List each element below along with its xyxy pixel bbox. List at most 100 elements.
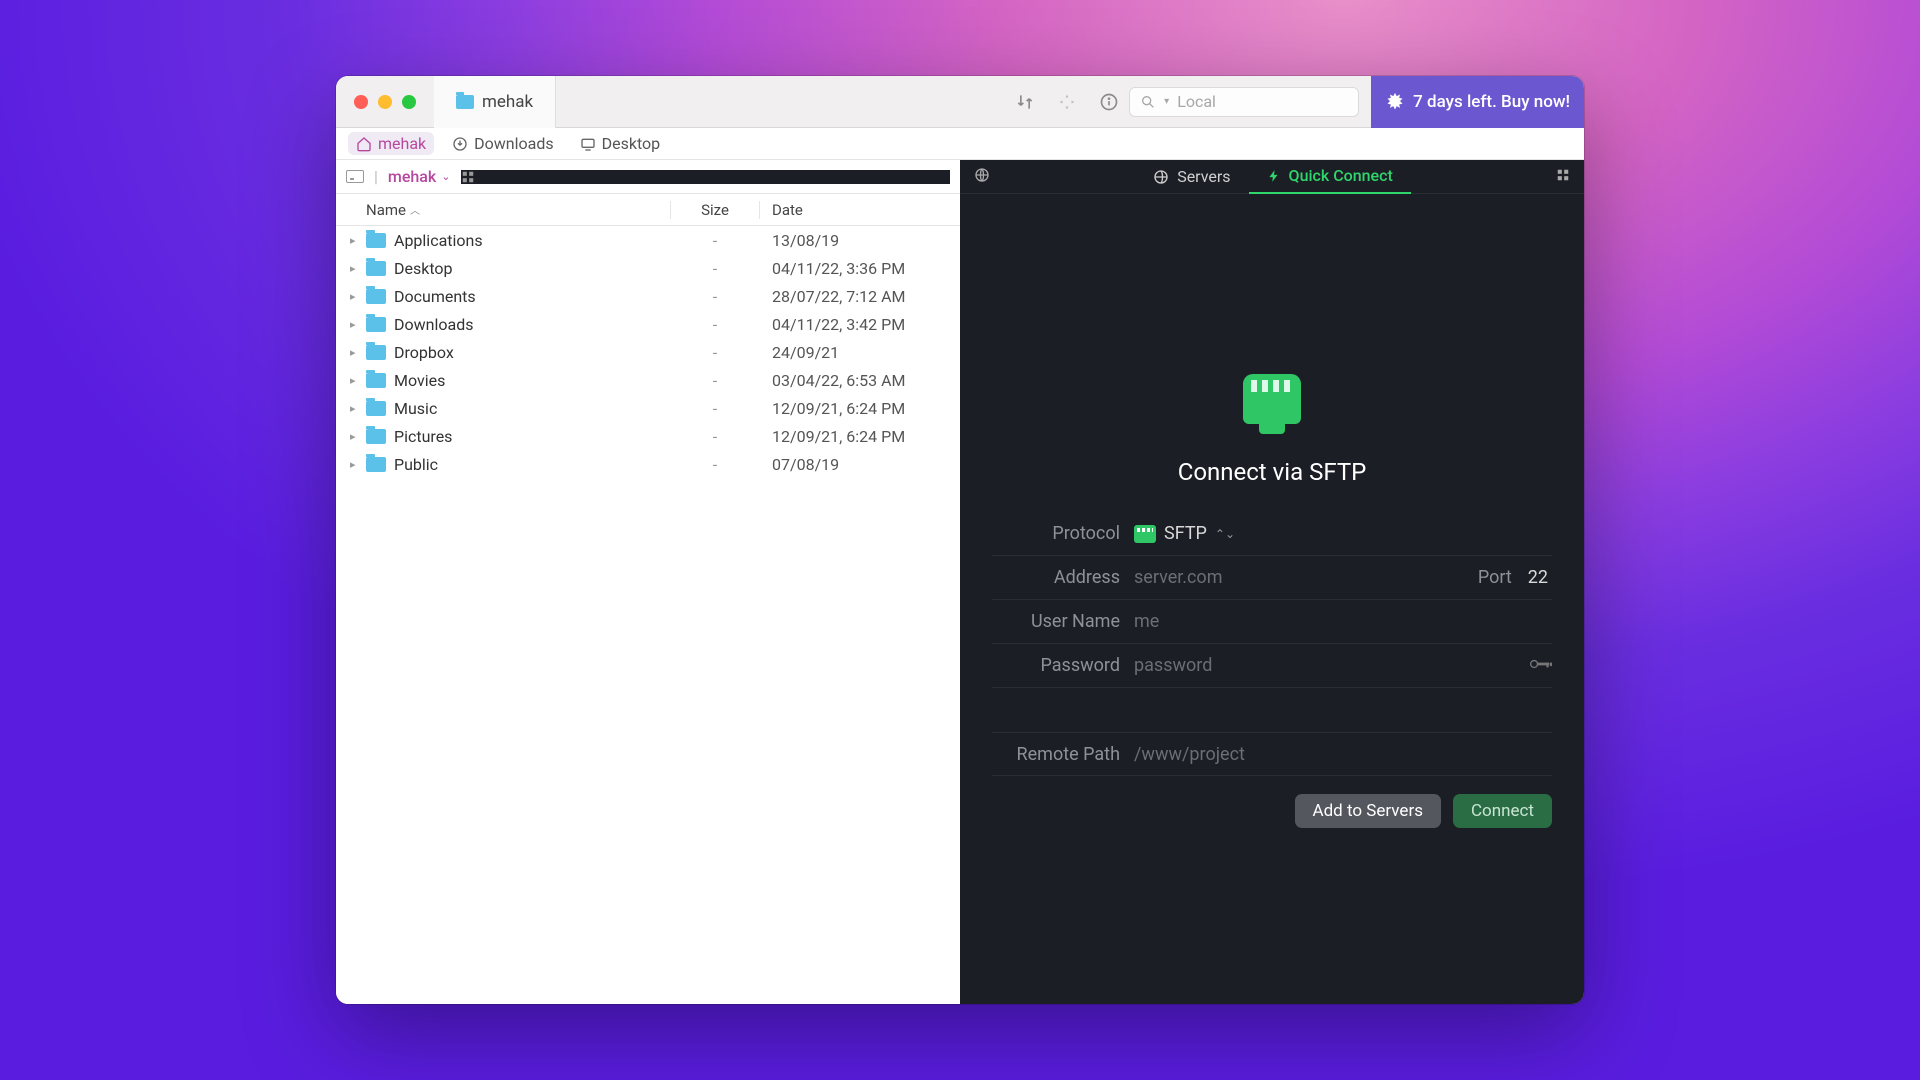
folder-icon: [366, 289, 386, 304]
column-headers: Name ︿ Size Date: [336, 194, 960, 226]
add-to-servers-button[interactable]: Add to Servers: [1295, 794, 1441, 828]
column-name[interactable]: Name ︿: [366, 201, 670, 219]
label-password: Password: [992, 655, 1120, 676]
disclosure-chevron-icon[interactable]: ▸: [350, 402, 362, 415]
folder-icon: [366, 345, 386, 360]
sync-icon[interactable]: [1057, 92, 1077, 112]
file-size: -: [670, 399, 760, 418]
file-row[interactable]: ▸ Desktop-04/11/22, 3:36 PM: [336, 254, 960, 282]
file-row[interactable]: ▸ Music-12/09/21, 6:24 PM: [336, 394, 960, 422]
file-date: 13/08/19: [760, 231, 960, 250]
row-password: Password: [992, 644, 1552, 688]
folder-icon: [366, 233, 386, 248]
breadcrumb-label: mehak: [388, 167, 436, 186]
folder-icon: [366, 317, 386, 332]
favorite-downloads[interactable]: Downloads: [444, 132, 561, 155]
file-date: 07/08/19: [760, 455, 960, 474]
transfer-icon[interactable]: [1015, 92, 1035, 112]
window-tab[interactable]: mehak: [434, 76, 556, 128]
app-window: mehak ▾ Local 7 days left. Buy now!: [336, 76, 1584, 1004]
label-username: User Name: [992, 611, 1120, 632]
file-name: Downloads: [394, 315, 670, 334]
disclosure-chevron-icon[interactable]: ▸: [350, 318, 362, 331]
file-name: Movies: [394, 371, 670, 390]
remote-tab-bar: Servers Quick Connect: [960, 160, 1584, 194]
remote-path-input[interactable]: [1134, 744, 1552, 765]
folder-icon: [366, 401, 386, 416]
disclosure-chevron-icon[interactable]: ▸: [350, 262, 362, 275]
file-date: 12/09/21, 6:24 PM: [760, 399, 960, 418]
search-icon: [1140, 94, 1156, 110]
download-icon: [452, 136, 468, 152]
trial-banner[interactable]: 7 days left. Buy now!: [1371, 76, 1584, 128]
updown-icon: ⌃⌄: [1215, 527, 1235, 541]
protocol-badge-icon: [1134, 525, 1156, 543]
protocol-value: SFTP: [1164, 523, 1207, 544]
search-placeholder: Local: [1177, 92, 1216, 111]
tab-quick-connect[interactable]: Quick Connect: [1249, 160, 1411, 194]
disclosure-chevron-icon[interactable]: ▸: [350, 234, 362, 247]
disclosure-chevron-icon[interactable]: ▸: [350, 346, 362, 359]
file-size: -: [670, 371, 760, 390]
file-row[interactable]: ▸Documents-28/07/22, 7:12 AM: [336, 282, 960, 310]
key-icon[interactable]: [1530, 655, 1552, 676]
remote-panel: Servers Quick Connect Connect via SFTP P…: [960, 160, 1584, 1004]
disclosure-chevron-icon[interactable]: ▸: [350, 458, 362, 471]
tab-label: Servers: [1177, 167, 1230, 186]
disclosure-chevron-icon[interactable]: ▸: [350, 290, 362, 303]
file-row[interactable]: ▸Pictures-12/09/21, 6:24 PM: [336, 422, 960, 450]
search-field[interactable]: ▾ Local: [1129, 87, 1359, 117]
label-address: Address: [992, 567, 1120, 588]
file-date: 04/11/22, 3:42 PM: [760, 315, 960, 334]
column-date[interactable]: Date: [760, 201, 960, 219]
breadcrumb-current[interactable]: mehak ⌄: [388, 167, 451, 186]
file-date: 04/11/22, 3:36 PM: [760, 259, 960, 278]
file-name: Music: [394, 399, 670, 418]
toolbar-icons: [1015, 92, 1129, 112]
trial-text: 7 days left. Buy now!: [1413, 92, 1570, 112]
favorite-home[interactable]: mehak: [348, 132, 434, 155]
titlebar: mehak ▾ Local 7 days left. Buy now!: [336, 76, 1584, 128]
username-input[interactable]: [1134, 611, 1552, 632]
home-icon: [356, 136, 372, 152]
info-icon[interactable]: [1099, 92, 1119, 112]
globe-icon[interactable]: [968, 167, 996, 187]
password-input[interactable]: [1134, 655, 1522, 676]
disk-icon[interactable]: [346, 170, 364, 183]
minimize-window-button[interactable]: [378, 95, 392, 109]
disclosure-chevron-icon[interactable]: ▸: [350, 430, 362, 443]
file-date: 28/07/22, 7:12 AM: [760, 287, 960, 306]
tab-label: Quick Connect: [1289, 166, 1393, 185]
disclosure-chevron-icon[interactable]: ▸: [350, 374, 362, 387]
view-grid-icon[interactable]: [461, 170, 951, 184]
protocol-select[interactable]: SFTP ⌃⌄: [1134, 523, 1552, 544]
chevron-down-icon: ⌄: [441, 170, 450, 183]
globe-icon: [1153, 169, 1169, 185]
file-row[interactable]: ▸Downloads-04/11/22, 3:42 PM: [336, 310, 960, 338]
label-protocol: Protocol: [992, 523, 1120, 544]
favorite-label: Desktop: [602, 134, 661, 153]
close-window-button[interactable]: [354, 95, 368, 109]
breadcrumb-separator: |: [374, 167, 378, 186]
file-row[interactable]: ▸Applications-13/08/19: [336, 226, 960, 254]
connect-button[interactable]: Connect: [1453, 794, 1552, 828]
window-controls: [336, 95, 434, 109]
file-row[interactable]: ▸Dropbox-24/09/21: [336, 338, 960, 366]
folder-icon: [366, 429, 386, 444]
file-row[interactable]: ▸Public-07/08/19: [336, 450, 960, 478]
folder-icon: [366, 373, 386, 388]
file-name: Desktop: [394, 259, 670, 278]
file-size: -: [670, 259, 760, 278]
column-size[interactable]: Size: [670, 201, 760, 219]
favorite-desktop[interactable]: Desktop: [572, 132, 669, 155]
port-value[interactable]: 22: [1528, 567, 1552, 588]
tab-servers[interactable]: Servers: [1135, 160, 1248, 194]
address-input[interactable]: [1134, 567, 1470, 588]
file-date: 03/04/22, 6:53 AM: [760, 371, 960, 390]
favorite-label: Downloads: [474, 134, 553, 153]
grid-icon[interactable]: [1550, 167, 1576, 186]
local-panel: | mehak ⌄ Name ︿ Size Date ▸Applications…: [336, 160, 960, 1004]
file-size: -: [670, 343, 760, 362]
file-row[interactable]: ▸ Movies-03/04/22, 6:53 AM: [336, 366, 960, 394]
zoom-window-button[interactable]: [402, 95, 416, 109]
